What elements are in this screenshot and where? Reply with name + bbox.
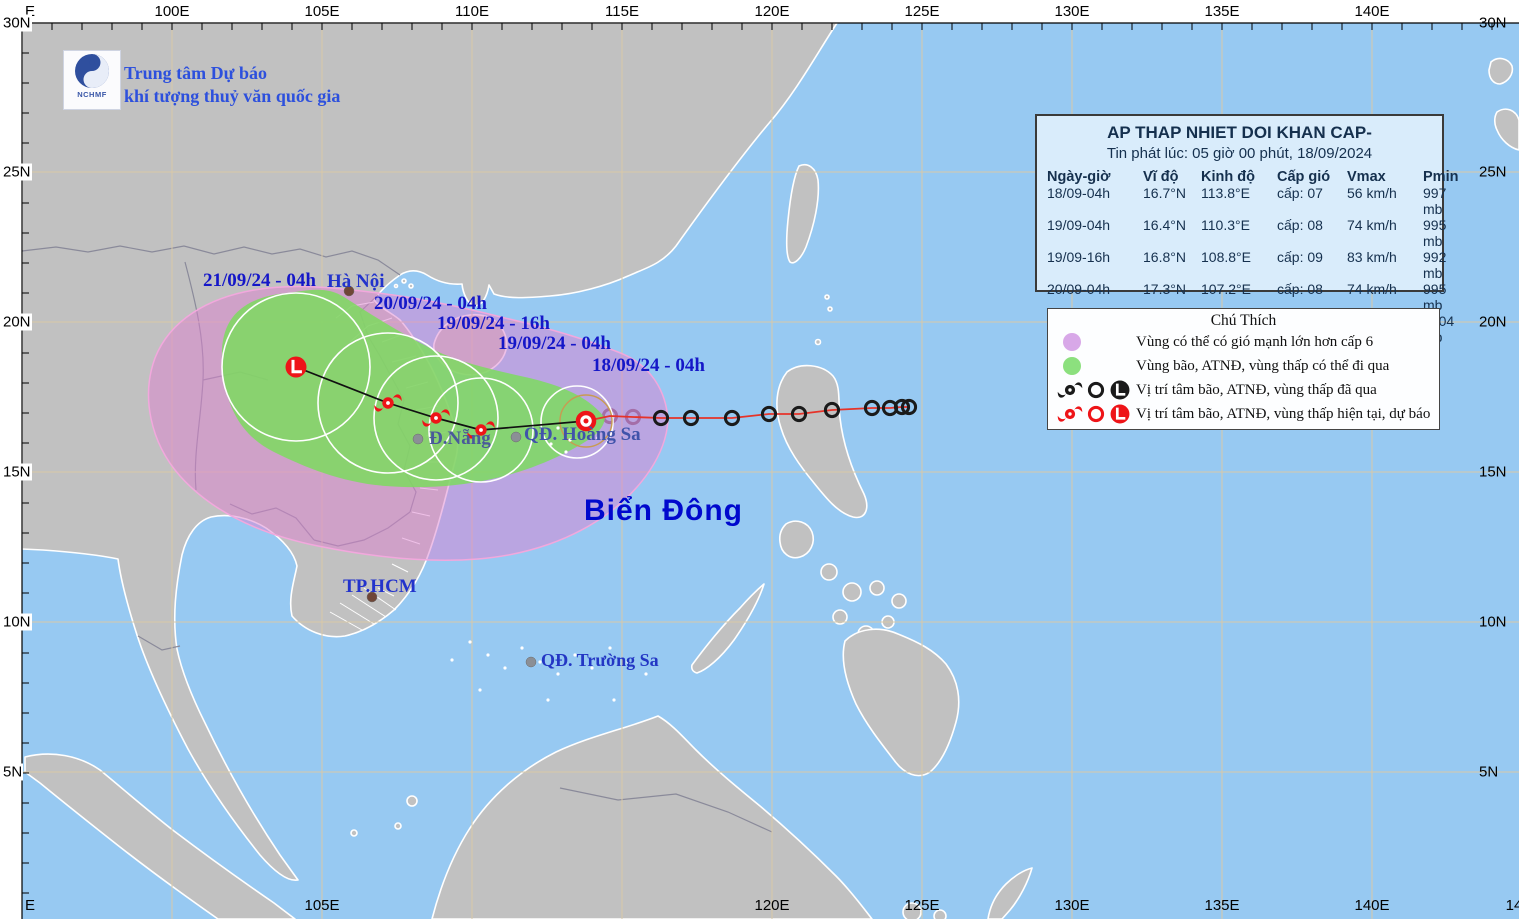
table-cell: 18/09-04h bbox=[1047, 185, 1141, 217]
axis-label-left-30N: 30N bbox=[2, 15, 32, 32]
legend-item-text: Vùng bão, ATNĐ, vùng thấp có thể đi qua bbox=[1136, 358, 1389, 375]
table-cell: 74 km/h bbox=[1347, 217, 1421, 249]
table-header: Vĩ độ bbox=[1143, 169, 1199, 185]
legend-item: Vị trí tâm bão, ATNĐ, vùng thấp đã qua bbox=[1056, 378, 1431, 402]
place-label-Hà Nội: Hà Nội bbox=[327, 271, 385, 293]
axis-label-top-105E: 105E bbox=[304, 3, 339, 20]
island-mindoro bbox=[780, 521, 814, 558]
track-date-label: 18/09/24 - 04h bbox=[592, 355, 705, 377]
track-date-label: 20/09/24 - 04h bbox=[374, 293, 487, 315]
table-cell: 108.8°E bbox=[1201, 249, 1275, 281]
city-dot-QĐ. Trường Sa bbox=[526, 657, 536, 667]
org-name: Trung tâm Dự báo khí tượng thuỷ văn quốc… bbox=[124, 62, 340, 108]
red-symbols-icon bbox=[1056, 402, 1136, 426]
table-header: Kinh độ bbox=[1201, 169, 1275, 185]
axis-label-bottom-125E: 125E bbox=[904, 897, 939, 914]
place-label-QĐ. Hoàng Sa: QĐ. Hoàng Sa bbox=[524, 424, 641, 446]
axis-label-bottom-105E: 105E bbox=[304, 897, 339, 914]
axis-label-right-5N: 5N bbox=[1479, 764, 1498, 781]
table-cell: 16.8°N bbox=[1143, 249, 1199, 281]
table-cell: 995 mb bbox=[1423, 217, 1458, 249]
track-date-label: 19/09/24 - 16h bbox=[437, 313, 550, 335]
table-cell: 19/09-16h bbox=[1047, 249, 1141, 281]
axis-label-left-20N: 20N bbox=[2, 314, 32, 331]
legend-item-text: Vị trí tâm bão, ATNĐ, vùng thấp đã qua bbox=[1136, 382, 1377, 399]
table-cell: 56 km/h bbox=[1347, 185, 1421, 217]
table-cell: 113.8°E bbox=[1201, 185, 1275, 217]
axis-label-bottom-130E: 130E bbox=[1054, 897, 1089, 914]
legend-item: Vùng có thể có gió mạnh lớn hơn cấp 6 bbox=[1056, 330, 1431, 354]
axis-label-top-135E: 135E bbox=[1204, 3, 1239, 20]
nchmf-logo-emblem bbox=[72, 51, 112, 91]
axis-label-top-115E: 115E bbox=[605, 3, 639, 20]
table-header: Ngày-giờ bbox=[1047, 169, 1141, 185]
axis-label-left-25N: 25N bbox=[2, 164, 32, 181]
table-cell: cấp: 09 bbox=[1277, 249, 1345, 281]
axis-label-bottom-E: E bbox=[25, 897, 35, 914]
bulletin-title: AP THAP NHIET DOI KHAN CAP- bbox=[1047, 123, 1432, 143]
table-cell: 997 mb bbox=[1423, 185, 1458, 217]
axis-label-bottom-120E: 120E bbox=[754, 897, 789, 914]
org-name-line1: Trung tâm Dự báo bbox=[124, 62, 340, 85]
legend-icon-cell bbox=[1056, 330, 1136, 354]
org-name-line2: khí tượng thuỷ văn quốc gia bbox=[124, 85, 340, 108]
legend-icon-cell bbox=[1056, 402, 1136, 426]
axis-label-left-10N: 10N bbox=[2, 614, 32, 631]
table-cell: 110.3°E bbox=[1201, 217, 1275, 249]
table-header: Cấp gió bbox=[1277, 169, 1345, 185]
legend-item: Vùng bão, ATNĐ, vùng thấp có thể đi qua bbox=[1056, 354, 1431, 378]
city-dot-Đ.Nẵng bbox=[413, 434, 423, 444]
storm-forecast-map: NCHMF Trung tâm Dự báo khí tượng thuỷ vă… bbox=[0, 0, 1519, 919]
axis-label-top-100E: 100E bbox=[154, 3, 189, 20]
axis-label-left-15N: 15N bbox=[2, 464, 32, 481]
table-header: Vmax bbox=[1347, 169, 1421, 185]
place-label-TP.HCM: TP.HCM bbox=[343, 576, 417, 598]
axis-label-right-25N: 25N bbox=[1479, 164, 1507, 181]
bulletin-info-box: AP THAP NHIET DOI KHAN CAP- Tin phát lúc… bbox=[1035, 114, 1444, 292]
legend-item-text: Vị trí tâm bão, ATNĐ, vùng thấp hiện tại… bbox=[1136, 406, 1430, 423]
place-label-Đ.Nẵng: Đ.Nẵng bbox=[429, 428, 491, 450]
purple-circle-icon bbox=[1056, 330, 1136, 354]
axis-label-right-10N: 10N bbox=[1479, 614, 1507, 631]
legend-item: Vị trí tâm bão, ATNĐ, vùng thấp hiện tại… bbox=[1056, 402, 1431, 426]
black-symbols-icon bbox=[1056, 378, 1136, 402]
legend: Chú Thích Vùng có thể có gió mạnh lớn hơ… bbox=[1047, 308, 1440, 430]
place-label-QĐ. Trường Sa: QĐ. Trường Sa bbox=[541, 650, 659, 671]
nchmf-logo: NCHMF bbox=[63, 50, 121, 110]
forecast-low-marker bbox=[286, 357, 307, 378]
axis-label-top-110E: 110E bbox=[455, 3, 489, 20]
legend-title: Chú Thích bbox=[1056, 312, 1431, 330]
legend-rows: Vùng có thể có gió mạnh lớn hơn cấp 6 Vùn… bbox=[1056, 330, 1431, 426]
axis-label-top-125E: 125E bbox=[904, 3, 939, 20]
table-cell: 992 mb bbox=[1423, 249, 1458, 281]
track-date-label: 21/09/24 - 04h bbox=[203, 270, 316, 292]
axis-label-bottom-135E: 135E bbox=[1204, 897, 1239, 914]
green-circle-icon bbox=[1056, 354, 1136, 378]
table-cell: cấp: 07 bbox=[1277, 185, 1345, 217]
table-cell: 16.7°N bbox=[1143, 185, 1199, 217]
city-dot-QĐ. Hoàng Sa bbox=[511, 432, 521, 442]
axis-label-right-15N: 15N bbox=[1479, 464, 1507, 481]
axis-label-top-120E: 120E bbox=[754, 3, 789, 20]
logo-text: NCHMF bbox=[77, 90, 107, 99]
axis-label-top-130E: 130E bbox=[1054, 3, 1089, 20]
legend-item-text: Vùng có thể có gió mạnh lớn hơn cấp 6 bbox=[1136, 334, 1373, 351]
axis-label-bottom-14: 14 bbox=[1506, 897, 1519, 914]
axis-label-bottom-140E: 140E bbox=[1354, 897, 1389, 914]
track-date-label: 19/09/24 - 04h bbox=[498, 333, 611, 355]
axis-label-right-30N: 30N bbox=[1479, 15, 1507, 32]
table-header: Pmin bbox=[1423, 169, 1458, 185]
bulletin-issued-time: Tin phát lúc: 05 giờ 00 phút, 18/09/2024 bbox=[1047, 145, 1432, 162]
legend-icon-cell bbox=[1056, 354, 1136, 378]
sea-name-label: Biển Đông bbox=[584, 494, 743, 528]
axis-label-top-140E: 140E bbox=[1354, 3, 1389, 20]
legend-icon-cell bbox=[1056, 378, 1136, 402]
axis-label-right-20N: 20N bbox=[1479, 314, 1507, 331]
table-cell: cấp: 08 bbox=[1277, 217, 1345, 249]
table-cell: 19/09-04h bbox=[1047, 217, 1141, 249]
table-cell: 16.4°N bbox=[1143, 217, 1199, 249]
table-cell: 83 km/h bbox=[1347, 249, 1421, 281]
axis-label-left-5N: 5N bbox=[2, 764, 23, 781]
